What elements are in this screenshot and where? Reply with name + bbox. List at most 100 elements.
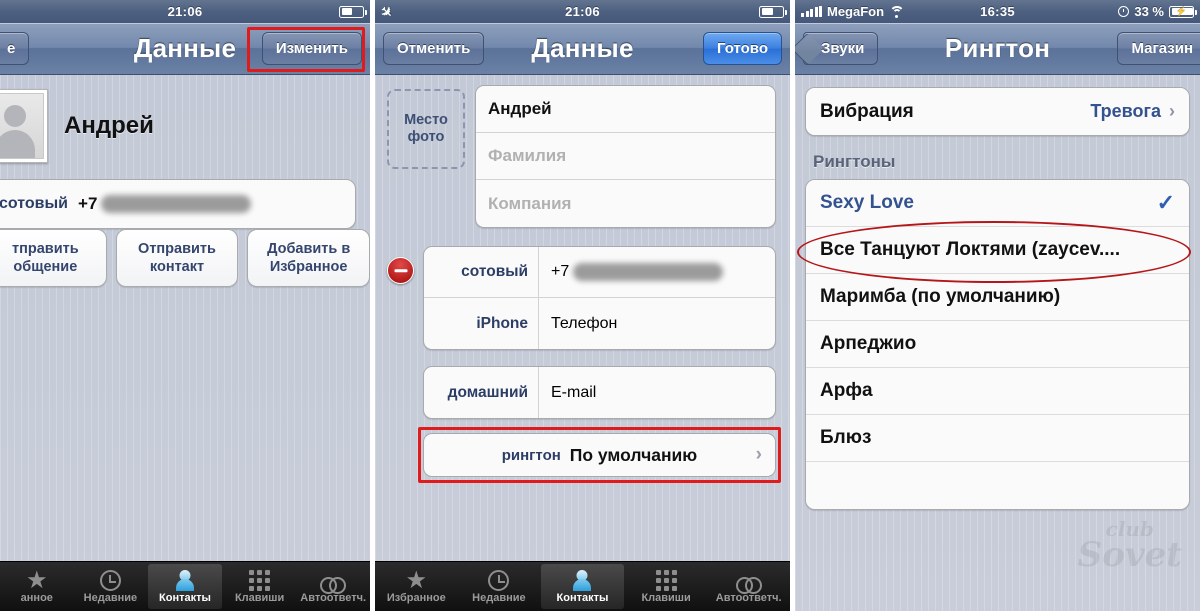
nav-bar-3: Звуки Рингтон Магазин (795, 23, 1200, 75)
tab-keypad-2[interactable]: Клавиши (625, 562, 708, 611)
battery-icon (339, 5, 367, 18)
alarm-clock-icon (1118, 6, 1130, 17)
add-photo-button[interactable]: Место фото (387, 89, 465, 169)
tab-voicemail-2[interactable]: Автоответч. (707, 562, 790, 611)
keypad-icon (249, 570, 271, 591)
mobile-phone-field[interactable]: сотовый +7 (424, 247, 775, 298)
star-icon: ★ (406, 569, 426, 592)
send-contact-button[interactable]: Отправить контакт (115, 229, 239, 288)
iphone-phone-placeholder: Телефон (551, 314, 618, 332)
checkmark-icon: ✓ (1156, 190, 1175, 215)
home-email-placeholder: E-mail (551, 383, 597, 401)
add-favorite-button[interactable]: Добавить в Избранное (247, 229, 370, 288)
send-contact-line1: Отправить (138, 241, 216, 257)
battery-percent: 33 % (1134, 4, 1164, 19)
carrier-name: MegaFon (827, 4, 885, 19)
contact-detail-content: Андрей сотовый +7 тправить общение Отпра… (0, 75, 370, 611)
send-contact-line2: контакт (149, 259, 205, 276)
edit-button[interactable]: Изменить (261, 32, 362, 65)
phone-panel-2: ✈ 21:06 Отменить Данные Готово Место фот… (375, 0, 790, 611)
ringtone-label: рингтон (501, 446, 561, 464)
ringtone-item-partial[interactable] (806, 462, 1189, 509)
contact-actions: тправить общение Отправить контакт Добав… (0, 229, 370, 288)
photo-box-line2: фото (407, 129, 445, 145)
phone-value: +7 (78, 194, 252, 214)
tab-contacts-label-2: Контакты (556, 592, 609, 604)
send-message-button[interactable]: тправить общение (0, 229, 107, 288)
phone-panel-3: MegaFon 16:35 33 % ⚡ Звуки Рингтон Магаз… (795, 0, 1200, 611)
tab-recents-1[interactable]: Недавние (74, 562, 148, 611)
ringtone-item-vse-tancuyut[interactable]: Все Танцуют Локтями (zaycev.... (806, 227, 1189, 274)
photo-box-line1: Место (404, 111, 448, 128)
first-name-field[interactable]: Андрей (476, 86, 775, 133)
add-favorite-line1: Добавить в (267, 241, 351, 257)
tab-contacts-label-1: Контакты (159, 592, 211, 604)
star-icon: ★ (27, 569, 47, 592)
ringtone-item-label: Sexy Love (820, 192, 914, 213)
contact-name: Андрей (64, 112, 154, 139)
ringtone-value: По умолчанию (569, 444, 698, 465)
done-button[interactable]: Готово (702, 32, 782, 65)
delete-phone-button[interactable] (387, 257, 414, 284)
vibration-group: Вибрация Тревога › (805, 87, 1190, 136)
watermark: club Sovet (1077, 519, 1182, 575)
phone-row[interactable]: сотовый +7 (0, 179, 356, 229)
contact-edit-content: Место фото Андрей Фамилия Компания сотов… (375, 75, 790, 611)
watermark-line2: Sovet (1077, 534, 1182, 575)
vibration-row[interactable]: Вибрация Тревога › (806, 88, 1189, 135)
store-button[interactable]: Магазин (1117, 32, 1200, 65)
company-field[interactable]: Компания (476, 180, 775, 227)
tab-contacts-1[interactable]: Контакты (148, 564, 222, 609)
redacted-phone-number (101, 195, 252, 213)
home-email-field[interactable]: домашний E-mail (424, 367, 775, 418)
keypad-icon (655, 570, 677, 591)
email-field-group: домашний E-mail (423, 366, 776, 419)
ringtone-item-arpedzhio[interactable]: Арпеджио (806, 321, 1189, 368)
tab-favorites-label-2: Избранное (386, 592, 446, 604)
tab-favorites-label-1: анное (20, 592, 53, 604)
ringtone-list-content: Вибрация Тревога › Рингтоны Sexy Love ✓ … (795, 75, 1200, 611)
back-button-1[interactable]: е (0, 32, 30, 65)
tab-bar-1: ★ анное Недавние Контакты Клавиши Автоот… (0, 561, 370, 611)
send-message-line1: тправить (12, 241, 79, 257)
tab-favorites-2[interactable]: ★ Избранное (375, 562, 458, 611)
name-field-group: Андрей Фамилия Компания (475, 85, 776, 228)
phone-section: сотовый +7 iPhone Телефон (375, 228, 790, 350)
signal-bars-icon (801, 6, 822, 17)
last-name-field[interactable]: Фамилия (476, 133, 775, 180)
tab-favorites-1[interactable]: ★ анное (0, 562, 74, 611)
battery-icon (759, 5, 787, 18)
tab-voicemail-1[interactable]: Автоответч. (296, 562, 370, 611)
tab-voicemail-label-1: Автоответч. (300, 592, 367, 604)
company-placeholder: Компания (488, 193, 572, 213)
ringtone-item-sexy-love[interactable]: Sexy Love ✓ (806, 180, 1189, 227)
ringtone-item-arfa[interactable]: Арфа (806, 368, 1189, 415)
person-icon (176, 570, 194, 591)
phone-panel-1: 21:06 е Данные Изменить Андрей сотовый +… (0, 0, 370, 611)
nav-bar-2: Отменить Данные Готово (375, 23, 790, 75)
tab-keypad-label-1: Клавиши (234, 592, 285, 604)
back-button-sounds[interactable]: Звуки (803, 32, 879, 65)
ringtone-item-label: Арфа (820, 380, 873, 401)
tab-keypad-label-2: Клавиши (641, 592, 691, 604)
redacted-phone-number (573, 263, 724, 281)
tab-recents-label-2: Недавние (472, 592, 526, 604)
tab-contacts-2[interactable]: Контакты (541, 564, 624, 609)
mobile-phone-value: +7 (551, 263, 570, 280)
person-icon (573, 570, 591, 591)
status-bar-1: 21:06 (0, 0, 370, 23)
tab-keypad-1[interactable]: Клавиши (223, 562, 297, 611)
ringtone-item-label: Блюз (820, 427, 872, 448)
tab-recents-2[interactable]: Недавние (458, 562, 541, 611)
name-section: Место фото Андрей Фамилия Компания (375, 75, 790, 228)
avatar[interactable] (0, 89, 48, 163)
tab-bar-2: ★ Избранное Недавние Контакты Клавиши Ав… (375, 561, 790, 611)
phone-prefix: +7 (78, 194, 98, 213)
cancel-button[interactable]: Отменить (383, 32, 485, 65)
ringtone-item-marimba[interactable]: Маримба (по умолчанию) (806, 274, 1189, 321)
iphone-phone-field[interactable]: iPhone Телефон (424, 298, 775, 349)
ringtone-item-blyuz[interactable]: Блюз (806, 415, 1189, 462)
vibration-value: Тревога (1090, 101, 1161, 121)
voicemail-icon (735, 577, 762, 594)
ringtone-row[interactable]: рингтон По умолчанию › (423, 433, 776, 477)
